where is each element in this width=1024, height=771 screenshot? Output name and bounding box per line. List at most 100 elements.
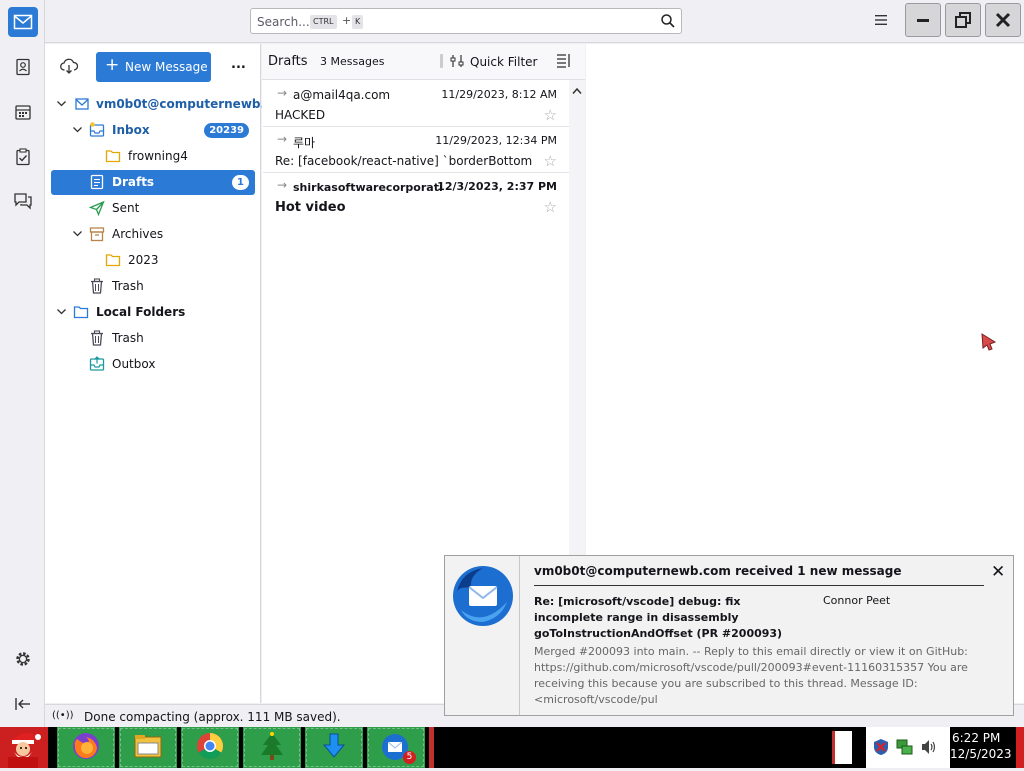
new-message-button[interactable]: + New Message: [96, 52, 211, 82]
taskbar-thunderbird-button[interactable]: 5: [367, 727, 425, 768]
message-from: shirkasoftwarecorporatio...: [293, 181, 443, 194]
frowning4-label: frowning4: [128, 149, 188, 163]
notification-body: Merged #200093 into main. -- Reply to th…: [534, 645, 968, 706]
thunderbird-icon: 5: [380, 732, 416, 764]
show-desktop-button[interactable]: [1016, 727, 1024, 768]
account-name: vm0b0t@computernewb...: [96, 97, 275, 111]
search-input[interactable]: Search... CTRL + K: [250, 8, 682, 34]
header-divider: [440, 54, 443, 68]
star-icon[interactable]: ☆: [544, 198, 557, 216]
get-messages-icon[interactable]: [60, 58, 79, 77]
app-menu-icon[interactable]: [873, 13, 889, 30]
list-folder-name: Drafts: [268, 54, 308, 69]
mouse-cursor-icon: [980, 332, 998, 355]
start-santa-icon[interactable]: [0, 727, 48, 768]
archive-icon: [89, 226, 105, 242]
draft-arrow-icon: →: [277, 132, 288, 146]
kbd-plus: +: [342, 14, 352, 27]
taskbar-tree-app-button[interactable]: [243, 727, 301, 768]
folder-pane-more-button[interactable]: ...: [231, 57, 246, 72]
folder-inbox[interactable]: Inbox 20239: [51, 118, 255, 143]
folder-sent[interactable]: Sent: [51, 196, 255, 221]
message-row[interactable]: → shirkasoftwarecorporatio... 12/3/2023,…: [263, 173, 569, 219]
minimize-button[interactable]: [905, 3, 941, 37]
drafts-icon: [89, 174, 105, 190]
drafts-count-badge: 1: [232, 175, 249, 190]
download-arrow-icon: [319, 731, 349, 764]
message-subject: Hot video: [275, 200, 346, 215]
folder-outbox[interactable]: Outbox: [51, 352, 255, 377]
list-message-count: 3 Messages: [320, 55, 385, 68]
firefox-icon: [71, 731, 101, 764]
security-shield-icon[interactable]: [872, 738, 890, 759]
quick-filter-button[interactable]: Quick Filter: [470, 55, 537, 69]
folder-local-folders[interactable]: Local Folders: [51, 300, 255, 325]
kbd-k: K: [352, 15, 364, 29]
taskbar-separator: [429, 727, 434, 768]
draft-arrow-icon: →: [277, 86, 288, 100]
chevron-down-icon[interactable]: [56, 306, 67, 320]
star-icon[interactable]: ☆: [544, 152, 557, 170]
chat-icon[interactable]: [8, 186, 38, 216]
taskbar-firefox-button[interactable]: [57, 727, 115, 768]
folder-icon: [105, 252, 121, 268]
maximize-button[interactable]: [945, 3, 981, 37]
tasks-icon[interactable]: [8, 142, 38, 172]
new-mail-notification[interactable]: vm0b0t@computernewb.com received 1 new m…: [444, 555, 1014, 716]
folder-archives-2023[interactable]: 2023: [51, 248, 255, 273]
mail-space-icon[interactable]: [8, 7, 38, 37]
notification-title: vm0b0t@computernewb.com received 1 new m…: [534, 564, 902, 578]
folder-drafts[interactable]: Drafts 1: [51, 170, 255, 195]
search-placeholder: Search...: [257, 15, 310, 29]
chevron-down-icon[interactable]: [56, 98, 67, 112]
collapse-spaces-icon[interactable]: [8, 689, 38, 719]
calendar-icon[interactable]: [8, 97, 38, 127]
message-row[interactable]: → a@mail4qa.com 11/29/2023, 8:12 AM HACK…: [263, 81, 569, 127]
folder-archives[interactable]: Archives: [51, 222, 255, 247]
folder-account[interactable]: vm0b0t@computernewb...: [51, 92, 274, 117]
settings-gear-icon[interactable]: [8, 644, 38, 674]
list-display-options-icon[interactable]: [556, 53, 571, 71]
message-list-header: Drafts 3 Messages Quick Filter: [262, 44, 585, 80]
quick-filter-icon[interactable]: [450, 54, 464, 71]
drafts-label: Drafts: [112, 175, 155, 189]
folder-local-trash[interactable]: Trash: [51, 326, 255, 351]
folder-frowning4[interactable]: frowning4: [51, 144, 255, 169]
notification-close-icon[interactable]: ✕: [991, 562, 1005, 582]
folder-trash[interactable]: Trash: [51, 274, 255, 299]
notification-divider: [534, 585, 984, 586]
chevron-down-icon[interactable]: [72, 124, 83, 138]
inbox-label: Inbox: [112, 123, 150, 137]
online-status-icon[interactable]: ((•)): [52, 710, 74, 721]
volume-icon[interactable]: [920, 738, 938, 759]
system-tray: [866, 727, 950, 768]
message-date: 11/29/2023, 8:12 AM: [441, 88, 557, 101]
taskbar-downloads-button[interactable]: [305, 727, 363, 768]
scroll-up-icon[interactable]: [572, 84, 582, 98]
outbox-label: Outbox: [112, 357, 156, 371]
title-bar: Search... CTRL + K: [0, 0, 1024, 43]
archives-2023-label: 2023: [128, 253, 159, 267]
chevron-down-icon[interactable]: [72, 228, 83, 242]
folder-pane: + New Message ... vm0b0t@computernewb...…: [45, 44, 274, 703]
star-icon[interactable]: ☆: [544, 106, 557, 124]
close-button[interactable]: [985, 3, 1021, 37]
address-book-icon[interactable]: [8, 52, 38, 82]
taskbar-chrome-button[interactable]: [181, 727, 239, 768]
draft-arrow-icon: →: [277, 178, 288, 192]
message-subject: HACKED: [275, 108, 326, 122]
local-folders-label: Local Folders: [96, 305, 186, 319]
taskbar-file-explorer-button[interactable]: [119, 727, 177, 768]
clock-time[interactable]: 6:22 PM: [952, 731, 1000, 745]
taskbar: 5 6:22 PM 12/5/2023: [0, 727, 1024, 768]
trash-icon: [89, 330, 105, 346]
clock-date[interactable]: 12/5/2023: [950, 747, 1012, 761]
message-row[interactable]: → 루마 11/29/2023, 12:34 PM Re: [facebook/…: [263, 127, 569, 173]
chrome-icon: [195, 731, 225, 764]
search-icon[interactable]: [660, 13, 676, 32]
network-icon[interactable]: [896, 738, 914, 759]
account-mail-icon: [74, 96, 90, 112]
inbox-icon: [89, 122, 105, 138]
trash-icon: [89, 278, 105, 294]
inbox-unread-badge: 20239: [204, 123, 249, 138]
